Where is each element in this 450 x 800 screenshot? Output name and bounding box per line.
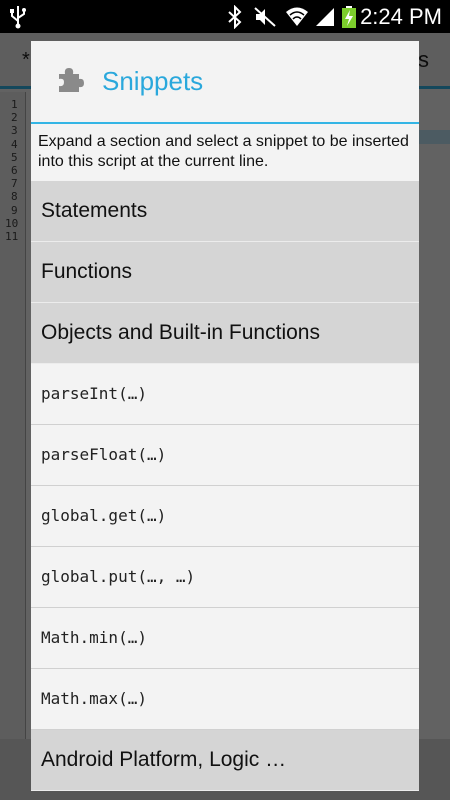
signal-icon (314, 5, 336, 32)
section-label: Functions (41, 260, 133, 283)
snippet-label: global.put(…, …) (41, 567, 196, 586)
mute-icon (253, 5, 277, 34)
snippet-label: parseInt(…) (41, 384, 147, 403)
snippet-math-max[interactable]: Math.max(…) (31, 669, 419, 730)
snippet-parsefloat[interactable]: parseFloat(…) (31, 425, 419, 486)
snippet-label: global.get(…) (41, 506, 167, 525)
status-bar: 2:24 PM (0, 0, 450, 33)
bluetooth-icon (226, 4, 244, 34)
snippet-label: Math.min(…) (41, 628, 147, 647)
clock: 2:24 PM (360, 4, 442, 29)
dialog-description: Expand a section and select a snippet to… (38, 133, 409, 170)
dialog-header: Snippets (31, 41, 419, 124)
snippet-label: Math.max(…) (41, 689, 147, 708)
section-label: Objects and Built-in Functions (41, 321, 320, 344)
section-statements[interactable]: Statements (31, 181, 419, 242)
snippet-parseint[interactable]: parseInt(…) (31, 364, 419, 425)
snippet-math-min[interactable]: Math.min(…) (31, 608, 419, 669)
snippet-list: Statements Functions Objects and Built-i… (31, 181, 419, 791)
section-android-platform[interactable]: Android Platform, Logic … (31, 730, 419, 791)
snippet-global-get[interactable]: global.get(…) (31, 486, 419, 547)
snippet-global-put[interactable]: global.put(…, …) (31, 547, 419, 608)
section-functions[interactable]: Functions (31, 242, 419, 303)
dialog-title: Snippets (102, 66, 204, 96)
puzzle-piece-icon (55, 65, 85, 100)
wifi-icon (285, 5, 309, 32)
usb-icon (8, 5, 28, 34)
section-label: Statements (41, 199, 148, 222)
snippet-label: parseFloat(…) (41, 445, 167, 464)
battery-charging-icon (342, 6, 356, 33)
snippets-dialog: Snippets Expand a section and select a s… (31, 41, 419, 791)
section-label: Android Platform, Logic … (41, 748, 287, 771)
section-objects-builtins[interactable]: Objects and Built-in Functions (31, 303, 419, 364)
